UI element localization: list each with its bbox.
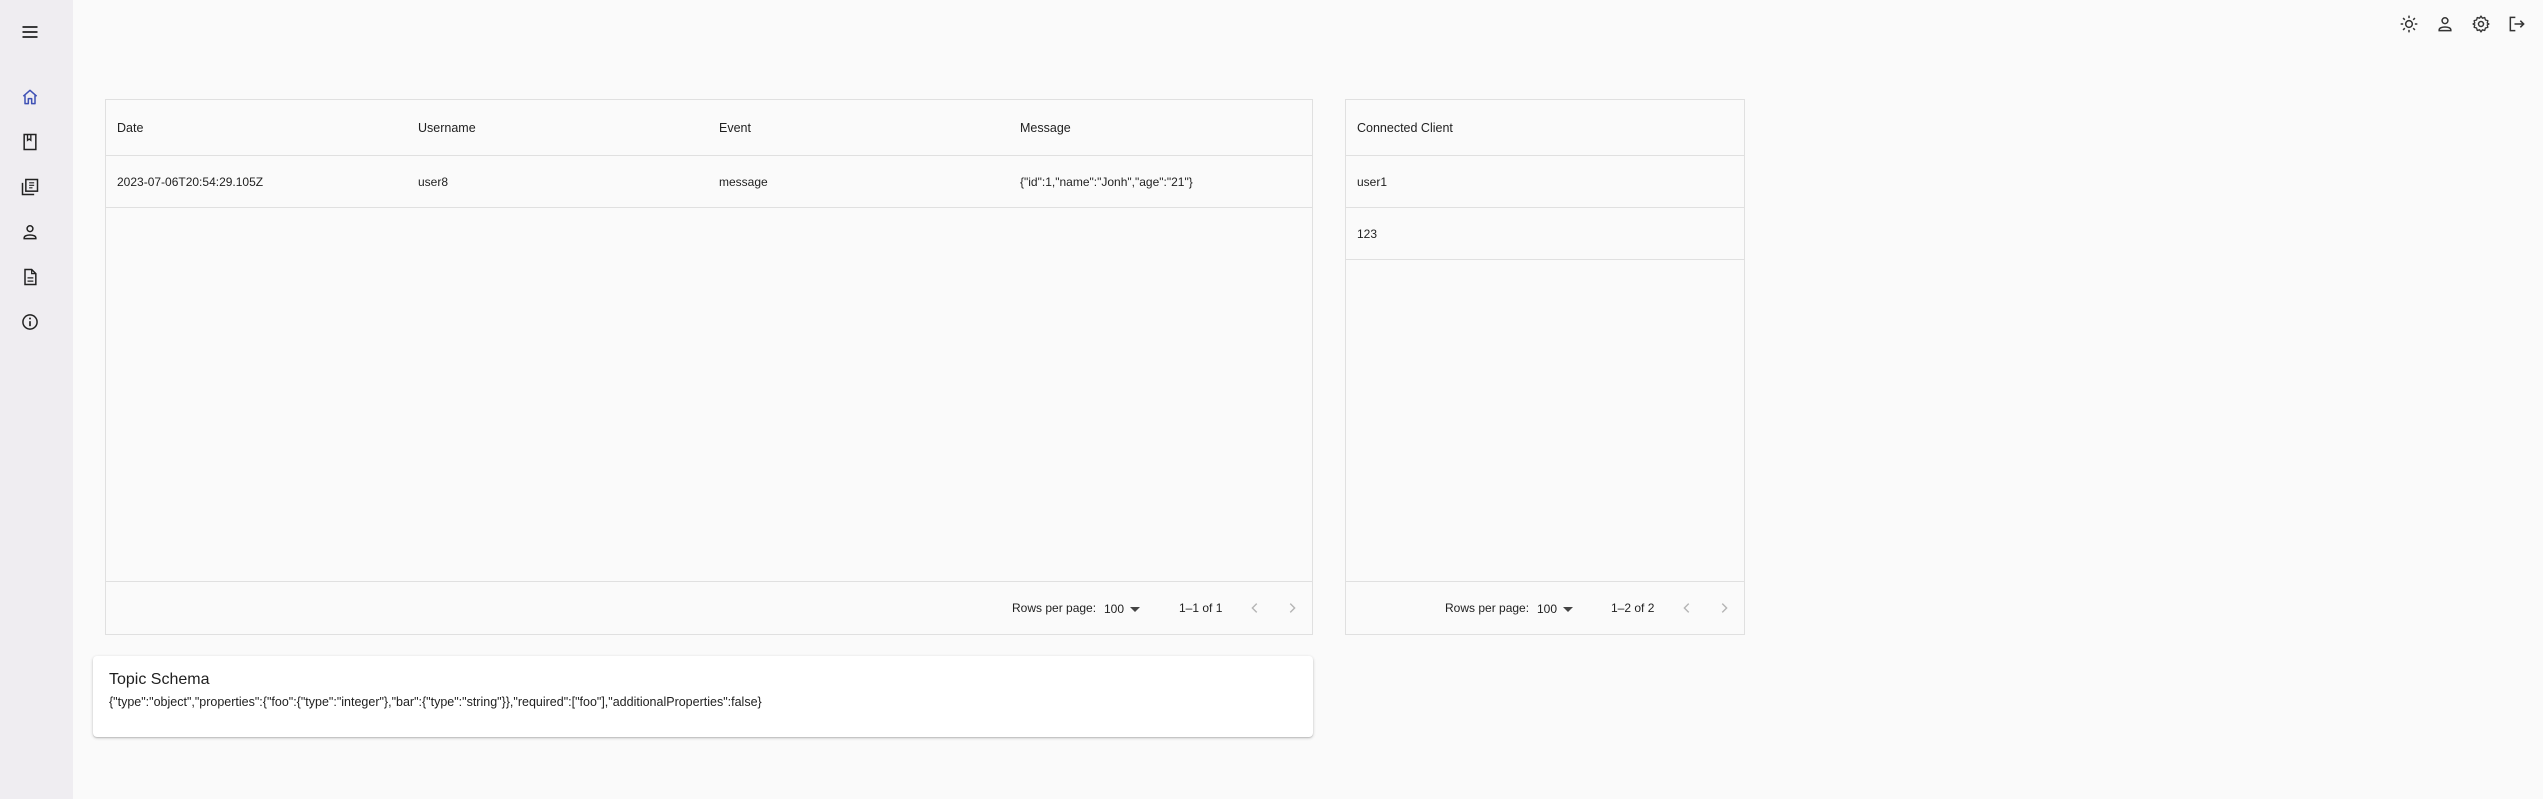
events-table: Date Username Event Message 2023-07-06T2… <box>105 99 1313 635</box>
connected-clients-table: Connected Client user1 123 Rows per page… <box>1345 99 1745 635</box>
cell-event: message <box>719 175 768 189</box>
cell-client: user1 <box>1357 175 1388 189</box>
cell-date: 2023-07-06T20:54:29.105Z <box>117 175 264 189</box>
schema-body: {"type":"object","properties":{"foo":{"t… <box>109 695 762 709</box>
person-icon[interactable] <box>18 220 42 244</box>
table-row[interactable]: user1 <box>1346 156 1744 208</box>
column-header-message[interactable]: Message <box>1020 100 1071 156</box>
previous-page-button[interactable] <box>1245 598 1265 618</box>
logout-icon[interactable] <box>2506 13 2528 35</box>
chevron-left-icon <box>1683 603 1690 613</box>
next-page-button[interactable] <box>1282 598 1302 618</box>
column-header-date[interactable]: Date <box>117 100 143 156</box>
column-header-event[interactable]: Event <box>719 100 751 156</box>
pagination-range: 1–2 of 2 <box>1611 601 1655 615</box>
column-header-username[interactable]: Username <box>418 100 476 156</box>
chevron-right-icon <box>1721 603 1728 613</box>
sun-icon[interactable] <box>2398 13 2420 35</box>
menu-icon[interactable] <box>18 20 42 44</box>
clients-table-header: Connected Client <box>1346 100 1744 156</box>
rows-per-page-value: 100 <box>1537 602 1558 616</box>
book-icon[interactable] <box>18 130 42 154</box>
caret-down-icon <box>1563 606 1574 612</box>
sidebar <box>0 0 73 799</box>
clients-table-pagination: Rows per page: 100 1–2 of 2 <box>1346 581 1744 634</box>
rows-per-page-label: Rows per page: <box>1012 601 1097 615</box>
gear-icon[interactable] <box>2470 13 2492 35</box>
cell-client: 123 <box>1357 227 1378 241</box>
rows-per-page-select[interactable]: 100 <box>1537 598 1574 620</box>
schema-title: Topic Schema <box>109 671 210 688</box>
cell-username: user8 <box>418 175 449 189</box>
table-row[interactable]: 2023-07-06T20:54:29.105Z user8 message {… <box>106 156 1312 208</box>
column-header-connected-client[interactable]: Connected Client <box>1357 100 1453 156</box>
chevron-right-icon <box>1289 603 1296 613</box>
rows-per-page-value: 100 <box>1104 602 1125 616</box>
events-table-header: Date Username Event Message <box>106 100 1312 156</box>
previous-page-button[interactable] <box>1677 598 1697 618</box>
table-row[interactable]: 123 <box>1346 208 1744 260</box>
rows-per-page-label: Rows per page: <box>1445 601 1530 615</box>
document-icon[interactable] <box>18 265 42 289</box>
account-icon[interactable] <box>2434 13 2456 35</box>
library-icon[interactable] <box>18 175 42 199</box>
cell-message: {"id":1,"name":"Jonh","age":"21"} <box>1020 175 1193 189</box>
events-table-pagination: Rows per page: 100 1–1 of 1 <box>106 581 1312 634</box>
info-icon[interactable] <box>18 310 42 334</box>
caret-down-icon <box>1130 606 1141 612</box>
next-page-button[interactable] <box>1714 598 1734 618</box>
rows-per-page-select[interactable]: 100 <box>1104 598 1141 620</box>
topic-schema-card: Topic Schema {"type":"object","propertie… <box>93 656 1313 737</box>
home-icon[interactable] <box>18 85 42 109</box>
chevron-left-icon <box>1251 603 1258 613</box>
pagination-range: 1–1 of 1 <box>1179 601 1223 615</box>
